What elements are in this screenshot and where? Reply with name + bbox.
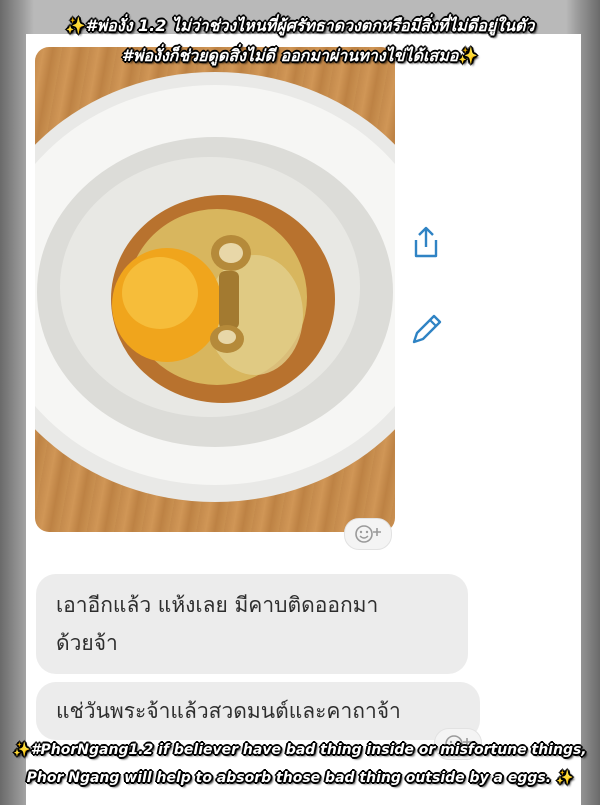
message-bubble-1[interactable]: เอาอีกแล้ว แห้งเลย มีคาบติดออกมา ด้วยจ้า: [36, 574, 468, 674]
message-text-1a: เอาอีกแล้ว แห้งเลย มีคาบติดออกมา: [56, 593, 379, 617]
egg-yolk-highlight: [122, 257, 198, 329]
sparkle-icon: ✨: [13, 742, 31, 758]
caption-top-text-1: #พ่องั่ง 1.2 ไม่ว่าช่วงไหนที่ผู้ศรัทธาดว…: [85, 16, 535, 35]
message-text-1b: ด้วยจ้า: [56, 631, 118, 655]
add-reaction-button[interactable]: [344, 518, 392, 550]
caption-bottom-line-1: ✨#PhorNgang1.2 if believer have bad thin…: [0, 742, 600, 758]
add-reaction-icon: [355, 525, 381, 543]
caption-bottom-line-2: Phor Ngang will help to absorb those bad…: [0, 770, 600, 786]
caption-top-line-2: #พ่องั่งก็ช่วยดูดสิ่งไม่ดี ออกมาผ่านทางไ…: [0, 44, 600, 69]
share-icon[interactable]: [408, 224, 444, 260]
caption-bottom-text-1: #PhorNgang1.2 if believer have bad thing…: [30, 742, 587, 758]
message-text-2: แช่วันพระจ้าแล้วสวดมนต์และคาถาจ้า: [56, 699, 401, 723]
photo-message-egg[interactable]: [35, 47, 395, 532]
caption-top-text-2: #พ่องั่งก็ช่วยดูดสิ่งไม่ดี ออกมาผ่านทางไ…: [121, 46, 459, 65]
caption-top-line-1: ✨#พ่องั่ง 1.2 ไม่ว่าช่วงไหนที่ผู้ศรัทธาด…: [0, 14, 600, 39]
egg-bowl-photo: [35, 72, 395, 502]
caption-bottom-text-2: Phor Ngang will help to absorb those bad…: [26, 770, 552, 786]
message-bubble-2[interactable]: แช่วันพระจ้าแล้วสวดมนต์และคาถาจ้า: [36, 682, 480, 740]
sparkle-icon: ✨: [65, 16, 86, 35]
sparkle-icon: ✨: [458, 46, 479, 65]
chat-screen: เอาอีกแล้ว แห้งเลย มีคาบติดออกมา ด้วยจ้า…: [26, 34, 581, 805]
sparkle-icon: ✨: [555, 770, 574, 786]
edit-pencil-icon[interactable]: [408, 312, 444, 348]
